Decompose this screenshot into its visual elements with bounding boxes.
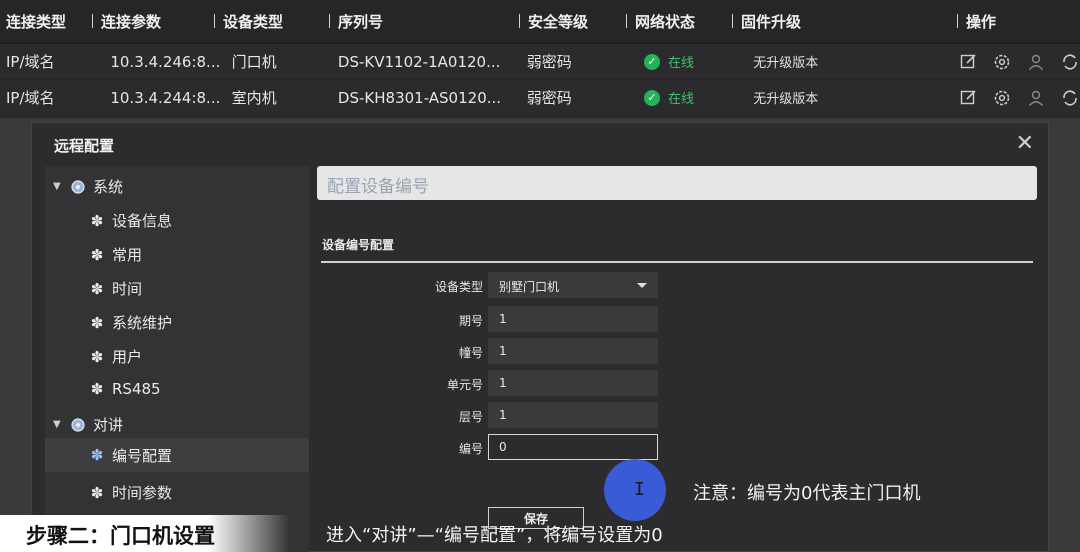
- col-operations: 操作: [957, 11, 1080, 32]
- gear-icon: ✽: [90, 211, 104, 230]
- config-tree: ▼ 系统 ✽ 设备信息 ✽ 常用 ✽ 时间 ✽ 系统维护 ✽ 用户 ✽ RS48…: [45, 166, 309, 552]
- security-cell: 弱密码: [526, 89, 572, 107]
- tree-label: 编号配置: [112, 446, 173, 465]
- globe-gear-icon: [70, 179, 86, 195]
- period-input[interactable]: 1: [488, 306, 658, 332]
- caret-down-icon[interactable]: ▼: [53, 181, 63, 192]
- config-content: 配置设备编号 设备编号配置 设备类型 别墅门口机 期号 1 幢号 1 单元号 1…: [317, 166, 1039, 552]
- firmware-cell: 无升级版本: [753, 56, 819, 71]
- serial-cell: DS-KH8301-AS0120...: [337, 88, 502, 107]
- refresh-icon[interactable]: [1060, 52, 1080, 72]
- status-text: 在线: [668, 56, 695, 71]
- online-check-icon: ✓: [644, 89, 661, 106]
- settings-icon[interactable]: [992, 88, 1012, 108]
- tree-item-number-config[interactable]: ✽ 编号配置: [45, 438, 309, 472]
- tree-item-rs485[interactable]: ✽ RS485: [89, 380, 161, 398]
- section-title: 设备编号配置: [322, 238, 395, 252]
- refresh-icon[interactable]: [1060, 88, 1080, 108]
- tree-item-common[interactable]: ✽ 常用: [89, 244, 142, 265]
- building-input[interactable]: 1: [488, 338, 658, 364]
- col-firmware[interactable]: 固件升级: [732, 11, 960, 32]
- status-text: 在线: [668, 92, 695, 107]
- row-operations: [950, 88, 1080, 108]
- user-icon[interactable]: [1026, 88, 1046, 108]
- remote-config-dialog: 远程配置 ✕ ▼ 系统 ✽ 设备信息 ✽ 常用 ✽ 时间 ✽ 系统维护 ✽ 用户…: [31, 122, 1049, 552]
- tree-label: RS485: [112, 380, 161, 398]
- tree-label: 时间: [112, 280, 143, 298]
- divider: [321, 261, 1033, 263]
- status-cell: ✓ 在线: [630, 88, 747, 107]
- col-network-status[interactable]: 网络状态: [626, 11, 735, 32]
- gear-icon: ✽: [90, 483, 104, 502]
- row-operations: [950, 52, 1080, 72]
- device-type-label: 设备类型: [434, 280, 483, 294]
- globe-gear-icon: [70, 417, 86, 433]
- floor-label: 层号: [458, 410, 483, 424]
- dialog-title: 远程配置: [54, 137, 115, 155]
- building-label: 幢号: [458, 346, 483, 360]
- tree-label: 用户: [112, 348, 143, 366]
- step-caption-text: 进入“对讲”—“编号配置”，将编号设置为0: [326, 525, 663, 546]
- gear-icon: ✽: [90, 313, 104, 332]
- tree-item-user[interactable]: ✽ 用户: [89, 346, 142, 367]
- gear-icon: ✽: [90, 446, 104, 464]
- period-label: 期号: [458, 314, 483, 328]
- col-device-type[interactable]: 设备类型: [214, 11, 332, 32]
- settings-icon[interactable]: [992, 52, 1012, 72]
- step-caption-tag: 步骤二：门口机设置: [0, 515, 290, 552]
- number-label: 编号: [458, 442, 483, 456]
- tree-item-maintenance[interactable]: ✽ 系统维护: [89, 312, 172, 333]
- device-type-cell: 门口机: [231, 53, 277, 71]
- col-conn-param[interactable]: 连接参数: [92, 11, 217, 32]
- tree-label: 时间参数: [112, 484, 173, 502]
- device-type-cell: 室内机: [231, 89, 277, 107]
- table-header: 连接类型 连接参数 设备类型 序列号 安全等级 网络状态 固件升级 操作: [0, 0, 1080, 44]
- tree-label: 设备信息: [112, 212, 173, 230]
- tree-node-system[interactable]: ▼ 系统: [53, 176, 123, 197]
- text-cursor-icon: I: [634, 479, 645, 500]
- conn-type-cell: IP/域名: [6, 89, 55, 107]
- unit-input[interactable]: 1: [488, 370, 658, 396]
- device-type-select[interactable]: 别墅门口机: [488, 272, 658, 298]
- conn-param-cell: 10.3.4.246:8...: [110, 52, 221, 71]
- tree-item-device-info[interactable]: ✽ 设备信息: [89, 210, 172, 231]
- col-security[interactable]: 安全等级: [519, 11, 629, 32]
- tree-item-time-params[interactable]: ✽ 时间参数: [89, 482, 172, 503]
- status-cell: ✓ 在线: [630, 52, 747, 71]
- tree-label: 系统: [93, 178, 124, 196]
- online-check-icon: ✓: [644, 53, 661, 70]
- table-row[interactable]: IP/域名 10.3.4.246:8... 门口机 DS-KV1102-1A01…: [0, 44, 1080, 80]
- conn-type-cell: IP/域名: [6, 53, 55, 71]
- gear-icon: ✽: [90, 245, 104, 264]
- floor-input[interactable]: 1: [488, 402, 658, 428]
- col-serial[interactable]: 序列号: [329, 11, 522, 32]
- page-banner: 配置设备编号: [317, 166, 1037, 200]
- close-icon[interactable]: ✕: [1016, 131, 1034, 156]
- tree-label: 常用: [112, 246, 143, 264]
- table-row[interactable]: IP/域名 10.3.4.244:8... 室内机 DS-KH8301-AS01…: [0, 80, 1080, 116]
- note-text: 注意：编号为0代表主门口机: [693, 483, 921, 504]
- caret-down-icon[interactable]: ▼: [53, 419, 63, 430]
- edit-icon[interactable]: [958, 52, 978, 72]
- tree-node-intercom[interactable]: ▼ 对讲: [53, 414, 123, 435]
- number-input[interactable]: 0: [488, 434, 658, 460]
- conn-param-cell: 10.3.4.244:8...: [110, 88, 221, 107]
- tree-label: 系统维护: [112, 314, 173, 332]
- security-cell: 弱密码: [526, 53, 572, 71]
- tree-label: 对讲: [93, 416, 124, 434]
- device-table: 连接类型 连接参数 设备类型 序列号 安全等级 网络状态 固件升级 操作 IP/…: [0, 0, 1080, 118]
- user-icon[interactable]: [1026, 52, 1046, 72]
- serial-cell: DS-KV1102-1A0120...: [337, 52, 501, 71]
- col-conn-type[interactable]: 连接类型: [0, 11, 95, 32]
- gear-icon: ✽: [90, 347, 104, 366]
- tree-item-time[interactable]: ✽ 时间: [89, 278, 142, 299]
- gear-icon: ✽: [90, 279, 104, 298]
- unit-label: 单元号: [446, 378, 483, 392]
- firmware-cell: 无升级版本: [753, 92, 819, 107]
- edit-icon[interactable]: [958, 88, 978, 108]
- gear-icon: ✽: [90, 380, 104, 398]
